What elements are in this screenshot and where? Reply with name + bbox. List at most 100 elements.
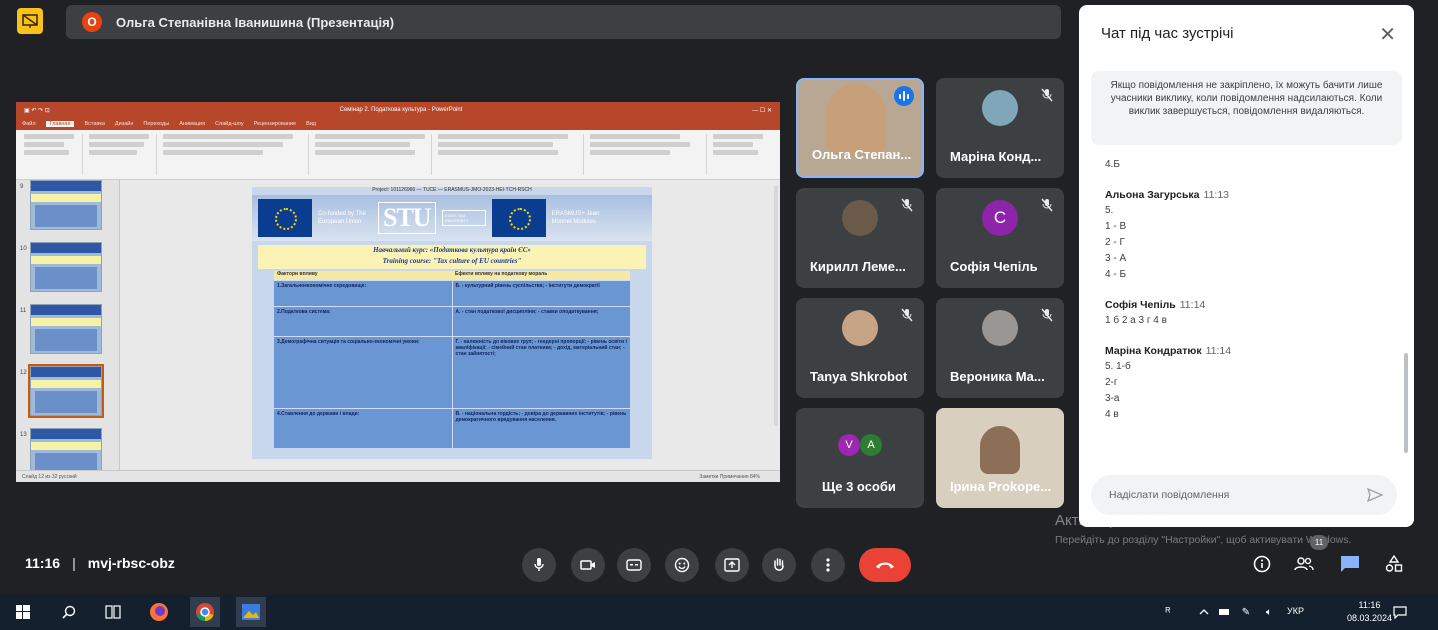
chat-message-input[interactable]: Надіслати повідомлення	[1091, 475, 1397, 515]
participant-name: Кирилл Леме...	[810, 259, 906, 274]
participant-name: Ольга Степан...	[812, 147, 912, 162]
hand-icon	[774, 558, 784, 571]
factors-table: Фактори впливу Ефекти впливу на податков…	[274, 271, 630, 448]
info-icon	[1253, 555, 1271, 573]
chat-info-note: Якщо повідомлення не закріплено, їх можу…	[1091, 71, 1402, 145]
participant-tile[interactable]: Ірина Prokope...	[936, 408, 1064, 508]
captions-button[interactable]	[617, 548, 651, 582]
participant-tile[interactable]: Ольга Степан...	[796, 78, 924, 178]
search-icon[interactable]	[58, 600, 80, 624]
more-participants-tile[interactable]: V A Ще 3 особи	[796, 408, 924, 508]
chat-time: 11:13	[1203, 189, 1230, 201]
table-cell: В. - національна гордість; - довіра до д…	[451, 409, 631, 448]
activities-button[interactable]	[1382, 552, 1406, 576]
chevron-up-icon[interactable]	[1196, 600, 1212, 624]
mic-off-icon	[901, 198, 913, 212]
participant-avatar	[982, 90, 1018, 126]
firefox-icon[interactable]	[146, 600, 172, 624]
participant-name: Софія Чепіль	[950, 259, 1038, 274]
send-icon[interactable]	[1367, 488, 1383, 502]
notification-icon[interactable]	[1390, 600, 1410, 624]
current-slide: Project: 101126966 — TUCE — ERASMUS-JMO-…	[252, 187, 652, 459]
presentation-mode-icon[interactable]	[17, 8, 43, 34]
chat-input-placeholder: Надіслати повідомлення	[1109, 489, 1230, 501]
ppt-menu-item: Переходы	[143, 121, 170, 127]
camera-icon	[580, 560, 595, 570]
chat-scrollbar[interactable]	[1404, 353, 1408, 453]
clock-date: 08.03.2024	[1346, 613, 1392, 623]
ppt-menu: Файл Главная Вставка Дизайн Переходы Ани…	[16, 118, 780, 130]
table-row: 1.Загальноекономічне середовище: Б. - ку…	[274, 280, 630, 306]
ppt-menu-item: Анимация	[179, 121, 206, 127]
meeting-time-code: 11:16 | mvj-rbsc-obz	[25, 555, 175, 571]
chat-message-text: 4.Б	[1105, 159, 1120, 170]
volume-icon[interactable]: 🔈︎	[1260, 600, 1278, 624]
ppt-window-title: Семінар 2. Податкова культура - PowerPoi…	[339, 107, 463, 113]
slide-thumbnail	[30, 180, 102, 230]
participant-avatar-letter: V	[838, 434, 860, 456]
chat-message-text: 5. 1-б	[1105, 361, 1131, 372]
mic-off-icon	[1041, 198, 1053, 212]
meeting-details-button[interactable]	[1250, 552, 1274, 576]
ppt-ribbon	[16, 130, 780, 180]
participant-tile[interactable]: Вероника Ма...	[936, 298, 1064, 398]
chat-message-text: 3-а	[1105, 393, 1120, 404]
ppt-window-controls: — ☐ ✕	[752, 107, 772, 114]
ppt-menu-item: Дизайн	[114, 121, 134, 127]
participant-tile[interactable]: Кирилл Леме...	[796, 188, 924, 288]
presenter-name: Ольга Степанівна Іванишина (Презентація)	[116, 14, 395, 30]
camera-button[interactable]	[571, 548, 605, 582]
windows-activation-text: Перейдіть до розділу "Настройки", щоб ак…	[1055, 534, 1352, 546]
keyboard-language[interactable]: УКР	[1287, 606, 1304, 616]
chat-button[interactable]	[1338, 552, 1362, 576]
captions-icon	[626, 559, 642, 571]
close-icon[interactable]: ✕	[1379, 22, 1396, 47]
microphone-button[interactable]	[522, 548, 556, 582]
ppt-menu-item: Вставка	[84, 121, 105, 127]
participants-count-badge: 11	[1310, 535, 1328, 550]
slide-thumbnail-selected	[28, 364, 104, 418]
chat-messages: 4.Б Альона Загурська 11:13 5. 1 - В 2 - Г…	[1105, 157, 1385, 423]
participant-tile[interactable]: С Софія Чепіль	[936, 188, 1064, 288]
windows-start-icon[interactable]	[12, 600, 34, 624]
meeting-time: 11:16	[25, 555, 61, 571]
chat-sender: Маріна Кондратюк 11:14	[1105, 345, 1232, 357]
table-header: Фактори впливу Ефекти впливу на податков…	[274, 271, 630, 280]
pen-tray-icon[interactable]: ✎	[1238, 600, 1254, 624]
end-call-button[interactable]	[859, 548, 911, 582]
table-row: 3.Демографічна ситуація та соціально-еко…	[274, 336, 630, 408]
participant-avatar-letter: A	[860, 434, 882, 456]
participant-avatar	[842, 310, 878, 346]
image-viewer-icon[interactable]	[236, 597, 266, 627]
participant-avatar-letter: С	[982, 200, 1018, 236]
present-screen-button[interactable]	[715, 548, 749, 582]
slide-project-header: Project: 101126966 — TUCE — ERASMUS-JMO-…	[372, 187, 532, 193]
people-tray-icon[interactable]: ᴿ	[1160, 600, 1176, 624]
slide-number: 10	[20, 246, 27, 252]
shared-presentation: ▣ ↶ ↷ ⊡ Семінар 2. Податкова культура - …	[16, 102, 780, 482]
eu-flag-icon	[491, 199, 546, 237]
slide-number: 13	[20, 432, 27, 438]
participant-tile[interactable]: Tanya Shkrobot	[796, 298, 924, 398]
chrome-icon[interactable]	[190, 597, 220, 627]
more-options-button[interactable]	[811, 548, 845, 582]
ppt-menu-item: Файл	[22, 121, 36, 127]
table-cell: 2.Податкова система:	[277, 309, 331, 315]
raise-hand-button[interactable]	[762, 548, 796, 582]
emoji-button[interactable]	[665, 548, 699, 582]
slide-scrollbar	[774, 186, 778, 426]
participant-tile[interactable]: Маріна Конд...	[936, 78, 1064, 178]
chat-message-text: 2 - Г	[1105, 237, 1125, 248]
participant-name: Tanya Shkrobot	[810, 369, 908, 384]
end-call-icon	[876, 562, 894, 569]
table-cell: 3.Демографічна ситуація та соціально-еко…	[277, 339, 420, 345]
microphone-icon	[534, 558, 544, 571]
people-button[interactable]	[1292, 552, 1316, 576]
clock-time: 11:16	[1358, 600, 1381, 610]
system-clock[interactable]: 11:16 08.03.2024	[1347, 599, 1392, 625]
task-view-icon[interactable]	[102, 600, 124, 624]
slide-thumbnail	[30, 242, 102, 292]
table-row: 2.Податкова система: А. - стан податково…	[274, 306, 630, 336]
network-icon[interactable]	[1216, 600, 1232, 624]
more-participants-label: Ще 3 особи	[822, 479, 896, 494]
